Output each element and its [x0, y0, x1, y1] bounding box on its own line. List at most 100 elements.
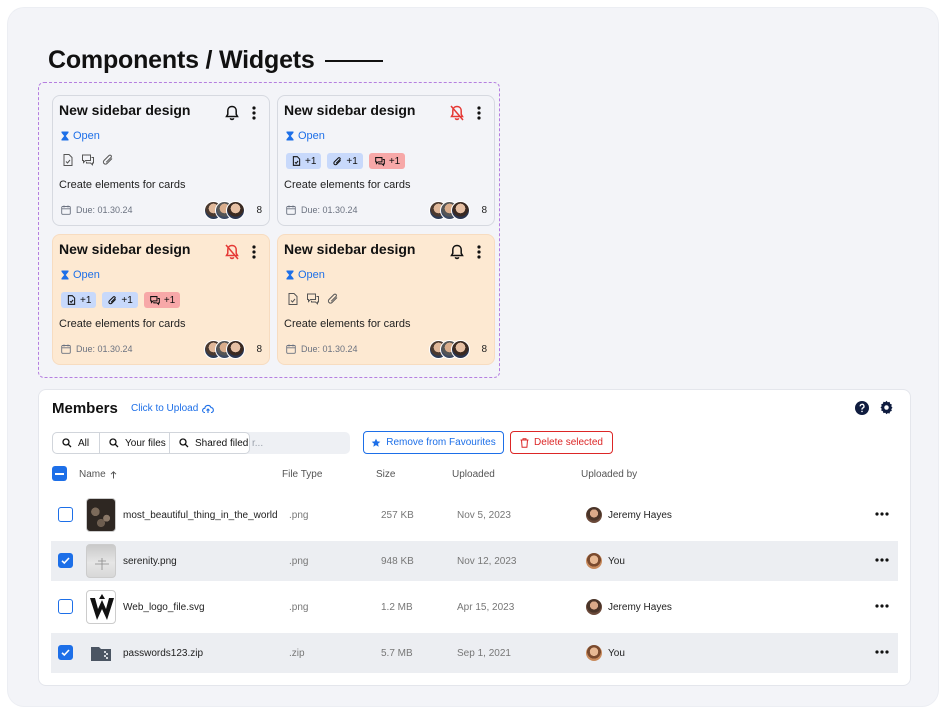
file-size: 5.7 MB — [381, 648, 413, 659]
more-horizontal-icon[interactable] — [875, 512, 889, 516]
file-date: Nov 5, 2023 — [457, 510, 511, 521]
avatar — [226, 340, 245, 359]
comments-pill[interactable]: +1 — [368, 153, 406, 169]
more-vertical-icon[interactable] — [251, 244, 257, 260]
remove-favourites-label: Remove from Favourites — [386, 437, 496, 448]
search-icon — [179, 438, 189, 448]
bell-off-icon[interactable] — [450, 105, 464, 121]
paperclip-icon[interactable] — [101, 153, 115, 167]
assignee-avatars[interactable] — [429, 340, 470, 359]
column-name[interactable]: Name — [79, 469, 117, 480]
uploader: You — [586, 645, 625, 661]
more-vertical-icon[interactable] — [476, 105, 482, 121]
file-size: 1.2 MB — [381, 602, 413, 613]
help-icon[interactable] — [855, 401, 869, 415]
table-header: Name File Type Size Uploaded Uploaded by — [39, 463, 910, 483]
comments-icon — [149, 295, 160, 305]
filter-shared[interactable]: Shared filed — [169, 432, 250, 454]
status-badge: Open — [286, 269, 325, 281]
select-all-checkbox[interactable] — [52, 466, 67, 481]
file-thumbnail — [86, 636, 116, 670]
members-panel: Members Click to Upload r... All Your fi… — [38, 389, 911, 686]
page-title: Components / Widgets — [48, 46, 315, 74]
zip-folder-icon — [91, 647, 111, 661]
assignee-count: 8 — [481, 344, 487, 355]
paperclip-icon[interactable] — [326, 292, 340, 306]
file-name[interactable]: serenity.png — [123, 556, 277, 567]
document-check-icon[interactable] — [286, 292, 300, 306]
file-name[interactable]: most_beautiful_thing_in_the_world.... — [123, 510, 277, 521]
avatar — [586, 599, 602, 615]
avatar — [586, 507, 602, 523]
document-check-icon[interactable] — [61, 153, 75, 167]
file-size: 257 KB — [381, 510, 414, 521]
comments-pill[interactable]: +1 — [143, 292, 181, 308]
file-thumbnail — [86, 498, 116, 532]
file-thumbnail — [86, 544, 116, 578]
search-icon — [62, 438, 72, 448]
documents-pill[interactable]: +1 — [61, 292, 97, 308]
attachments-pill[interactable]: +1 — [102, 292, 138, 308]
attachments-pill[interactable]: +1 — [327, 153, 363, 169]
plane-icon — [95, 558, 109, 570]
card-description: Create elements for cards — [59, 318, 186, 330]
card-description: Create elements for cards — [59, 179, 186, 191]
file-name[interactable]: passwords123.zip — [123, 648, 277, 659]
comments-icon[interactable] — [81, 153, 95, 167]
search-bar[interactable]: r... All Your files Shared filed — [52, 432, 350, 454]
upload-link[interactable]: Click to Upload — [131, 403, 215, 414]
table-row[interactable]: most_beautiful_thing_in_the_world.... .p… — [51, 495, 898, 535]
task-card[interactable]: New sidebar design Open Create elements … — [52, 95, 270, 226]
cloud-upload-icon — [202, 404, 215, 413]
row-checkbox[interactable] — [58, 553, 73, 568]
status-text: Open — [298, 130, 325, 142]
comments-icon[interactable] — [306, 292, 320, 306]
due-date: Due: 01.30.24 — [61, 205, 133, 215]
remove-favourites-button[interactable]: Remove from Favourites — [363, 431, 504, 454]
hourglass-icon — [61, 131, 69, 141]
task-card[interactable]: New sidebar design Open +1 +1 +1 Create … — [277, 95, 495, 226]
row-checkbox[interactable] — [58, 645, 73, 660]
card-description: Create elements for cards — [284, 179, 411, 191]
gear-icon[interactable] — [879, 400, 894, 415]
task-card[interactable]: New sidebar design Open +1 +1 +1 Create … — [52, 234, 270, 365]
more-horizontal-icon[interactable] — [875, 650, 889, 654]
more-horizontal-icon[interactable] — [875, 558, 889, 562]
row-checkbox[interactable] — [58, 507, 73, 522]
file-name[interactable]: Web_logo_file.svg — [123, 602, 277, 613]
column-uploaded[interactable]: Uploaded — [452, 469, 495, 480]
file-type: .zip — [289, 648, 305, 659]
assignee-avatars[interactable] — [204, 201, 245, 220]
task-card[interactable]: New sidebar design Open Create elements … — [277, 234, 495, 365]
uploader-name: You — [608, 647, 625, 659]
bell-icon[interactable] — [225, 105, 239, 121]
column-file-type[interactable]: File Type — [282, 469, 322, 480]
table-row[interactable]: serenity.png .png 948 KB Nov 12, 2023 Yo… — [51, 541, 898, 581]
bell-icon[interactable] — [450, 244, 464, 260]
sort-arrow-up-icon — [110, 470, 117, 478]
more-vertical-icon[interactable] — [251, 105, 257, 121]
assignee-avatars[interactable] — [429, 201, 470, 220]
column-uploaded-by[interactable]: Uploaded by — [581, 469, 637, 480]
more-vertical-icon[interactable] — [476, 244, 482, 260]
table-row[interactable]: passwords123.zip .zip 5.7 MB Sep 1, 2021… — [51, 633, 898, 673]
pill-count: +1 — [121, 294, 133, 306]
filter-your-files[interactable]: Your files — [99, 432, 170, 454]
table-row[interactable]: Web_logo_file.svg .png 1.2 MB Apr 15, 20… — [51, 587, 898, 627]
status-text: Open — [73, 269, 100, 281]
assignee-count: 8 — [256, 344, 262, 355]
assignee-avatars[interactable] — [204, 340, 245, 359]
card-attachments — [61, 153, 115, 167]
bell-off-icon[interactable] — [225, 244, 239, 260]
more-horizontal-icon[interactable] — [875, 604, 889, 608]
filter-all[interactable]: All — [52, 432, 100, 454]
delete-selected-button[interactable]: Delete selected — [510, 431, 613, 454]
title-underline — [324, 59, 383, 62]
column-size[interactable]: Size — [376, 469, 395, 480]
documents-pill[interactable]: +1 — [286, 153, 322, 169]
card-title: New sidebar design — [59, 102, 191, 118]
due-text: Due: 01.30.24 — [301, 344, 358, 354]
row-checkbox[interactable] — [58, 599, 73, 614]
card-attachments: +1 +1 +1 — [61, 292, 181, 308]
filter-shared-label: Shared filed — [195, 437, 249, 449]
